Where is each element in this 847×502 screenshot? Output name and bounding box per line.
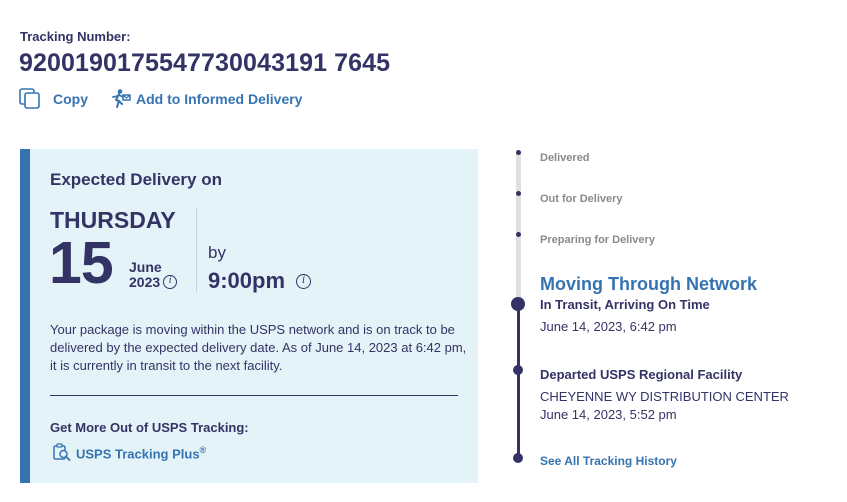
usps-tracking-plus-link[interactable]: USPS Tracking Plus® (52, 442, 206, 465)
add-to-informed-delivery-button[interactable]: Add to Informed Delivery (110, 88, 302, 110)
timeline-dot (516, 191, 521, 196)
timeline-dot (516, 150, 521, 155)
add-to-informed-delivery-label: Add to Informed Delivery (136, 91, 303, 107)
tracking-number: 9200190175547730043191 7645 (19, 49, 391, 77)
copy-icon (19, 88, 41, 110)
delivery-date-number: 15 (49, 230, 114, 296)
expected-delivery-card: Expected Delivery on THURSDAY 15 June 20… (20, 149, 478, 483)
event-location: CHEYENNE WY DISTRIBUTION CENTER (540, 389, 789, 404)
info-icon[interactable]: i (163, 275, 178, 289)
delivery-description: Your package is moving within the USPS n… (50, 322, 467, 373)
delivery-by-label: by (208, 243, 226, 262)
tracking-actions: Copy Add to Informed Delivery (19, 88, 302, 110)
timeline-step-preparing: Preparing for Delivery (540, 234, 655, 246)
current-status-detail: In Transit, Arriving On Time (540, 297, 710, 312)
current-status-title: Moving Through Network (540, 274, 757, 294)
timeline-step-out-for-delivery: Out for Delivery (540, 193, 623, 205)
timeline-dot (513, 365, 523, 375)
event-datetime: June 14, 2023, 5:52 pm (540, 407, 677, 422)
card-divider (50, 395, 458, 396)
delivery-month: June (129, 259, 162, 275)
copy-button[interactable]: Copy (19, 88, 88, 110)
timeline-dot (513, 453, 523, 463)
info-icon[interactable]: i (296, 273, 312, 289)
timeline-step-delivered: Delivered (540, 152, 590, 164)
tracking-timeline: Delivered Out for Delivery Preparing for… (508, 145, 828, 485)
copy-label: Copy (53, 91, 88, 107)
timeline-future-line (516, 152, 521, 300)
timeline-past-line (517, 303, 520, 459)
get-more-heading: Get More Out of USPS Tracking: (50, 420, 249, 435)
delivery-time-row: 9:00pm i (208, 268, 312, 294)
event-title: Departed USPS Regional Facility (540, 367, 743, 382)
date-divider (196, 208, 197, 293)
registered-mark: ® (199, 445, 207, 456)
see-all-tracking-history-link[interactable]: See All Tracking History (540, 454, 677, 468)
timeline-current-dot (511, 297, 525, 311)
delivery-year-row: 2023 i (129, 274, 178, 290)
current-status-datetime: June 14, 2023, 6:42 pm (540, 319, 677, 334)
informed-delivery-icon (110, 88, 132, 110)
timeline-dot (516, 232, 521, 237)
tracking-plus-icon (52, 442, 72, 465)
expected-delivery-heading: Expected Delivery on (50, 170, 222, 189)
delivery-year: 2023 (129, 274, 161, 290)
tracking-plus-text: USPS Tracking Plus (76, 446, 200, 462)
usps-tracking-plus-label: USPS Tracking Plus® (76, 445, 206, 461)
delivery-time: 9:00pm (208, 268, 286, 293)
tracking-number-label: Tracking Number: (20, 29, 131, 44)
